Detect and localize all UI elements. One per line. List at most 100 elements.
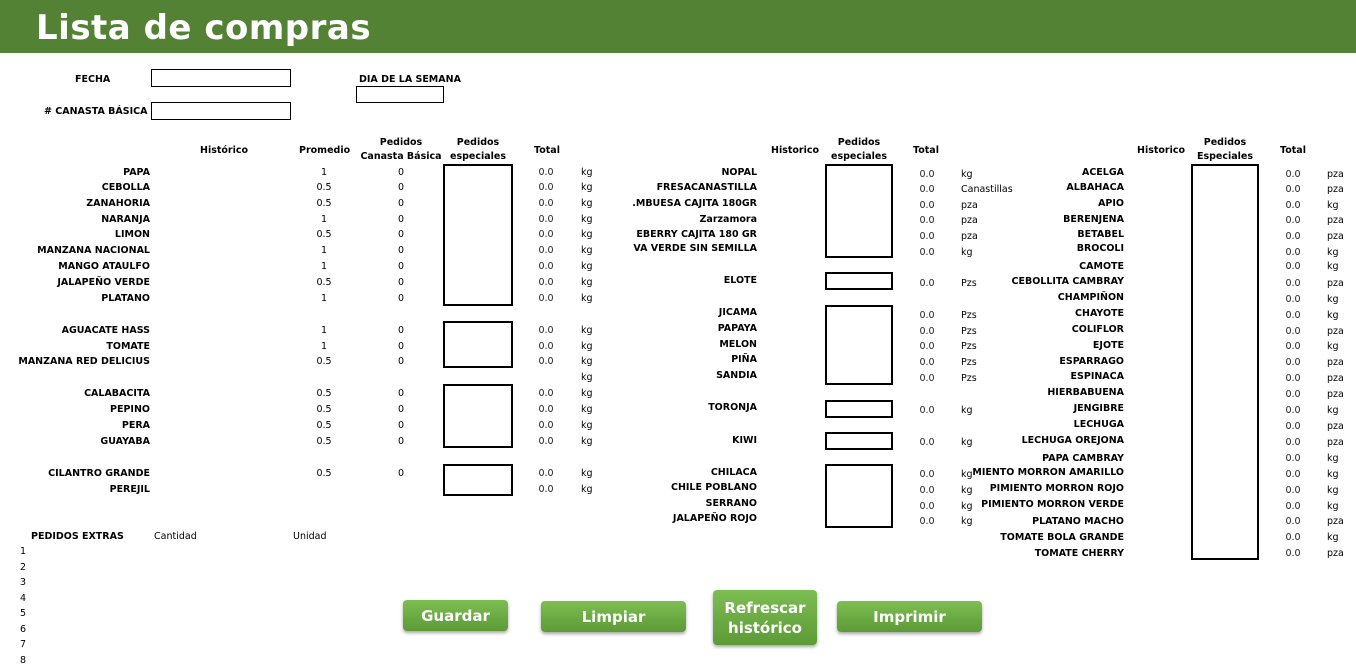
col2-item-unit: kg: [961, 405, 973, 416]
col2-especiales-box-kiwi[interactable]: [825, 432, 893, 450]
col3-item-total: 0.0: [1285, 294, 1301, 305]
fecha-input[interactable]: [151, 69, 291, 87]
col2-item-name: SANDIA: [716, 370, 757, 381]
col1-item-name: PLATANO: [101, 293, 150, 304]
col1-item-canasta: 0: [397, 436, 405, 447]
col3-item-total: 0.0: [1285, 247, 1301, 258]
col1-especiales-box-3[interactable]: [443, 384, 513, 448]
col3-item-unit: pza: [1327, 548, 1344, 559]
col2-item-total: 0.0: [919, 310, 935, 321]
col2-pedidos-especiales-header: Pedidos especiales: [831, 137, 887, 162]
col2-item-name: CHILE POBLANO: [670, 482, 757, 493]
col1-especiales-box-1[interactable]: [443, 164, 513, 306]
col3-item-unit: pza: [1327, 357, 1344, 368]
col2-item-name: TORONJA: [708, 402, 757, 413]
col2-especiales-box-toronja[interactable]: [825, 400, 893, 418]
imprimir-button[interactable]: Imprimir: [837, 601, 982, 632]
col1-pedidos-especiales-header: Pedidos especiales: [450, 137, 506, 162]
extras-row-number: 2: [20, 561, 27, 573]
col2-especiales-box-2[interactable]: [825, 305, 893, 385]
col2-item-total: 0.0: [919, 437, 935, 448]
col2-item-name: FRESACANASTILLA: [656, 182, 757, 193]
col3-item-unit: pza: [1327, 278, 1344, 289]
col2-item-unit: kg: [961, 485, 973, 496]
pedidos-extras-cantidad: Cantidad: [154, 531, 197, 542]
limpiar-button[interactable]: Limpiar: [541, 601, 686, 632]
col1-item-total: 0.0: [538, 229, 554, 240]
guardar-button[interactable]: Guardar: [403, 600, 508, 631]
col1-item-canasta: 0: [397, 261, 405, 272]
col3-item-total: 0.0: [1285, 357, 1301, 368]
col1-item-promedio: 0.5: [316, 388, 332, 399]
col2-item-unit: pza: [961, 200, 978, 211]
col3-item-total: 0.0: [1285, 485, 1301, 496]
col1-item-total: 0.0: [538, 436, 554, 447]
pedidos-extras-unidad: Unidad: [293, 531, 327, 542]
col1-item-total: 0.0: [538, 420, 554, 431]
col1-item-name: MANZANA NACIONAL: [37, 245, 150, 256]
col2-especiales-box-3[interactable]: [825, 464, 893, 528]
col1-item-total: 0.0: [538, 277, 554, 288]
col2-item-total: 0.0: [919, 247, 935, 258]
col2-item-unit: Pzs: [961, 357, 977, 368]
col1-item-promedio: 1: [320, 214, 328, 225]
col3-item-unit: pza: [1327, 326, 1344, 337]
col1-especiales-box-2[interactable]: [443, 321, 513, 368]
col3-item-unit: kg: [1327, 469, 1339, 480]
col3-item-name: ESPARRAGO: [1059, 356, 1124, 367]
col1-item-name: GUAYABA: [100, 436, 150, 447]
dia-semana-input[interactable]: [356, 86, 444, 103]
col3-item-total: 0.0: [1285, 421, 1301, 432]
col3-item-total: 0.0: [1285, 469, 1301, 480]
col1-item-name: CALABACITA: [84, 388, 150, 399]
col1-item-unit: kg: [581, 372, 593, 383]
extras-row-number: 1: [20, 546, 27, 557]
fecha-label: FECHA: [75, 74, 111, 85]
col3-item-name: LECHUGA: [1073, 419, 1124, 430]
col3-item-name: HIERBABUENA: [1047, 387, 1124, 398]
col3-item-unit: kg: [1327, 485, 1339, 496]
col2-item-unit: Pzs: [961, 326, 977, 337]
col3-item-name: CAMOTE: [1079, 261, 1124, 272]
col3-especiales-box[interactable]: [1191, 164, 1259, 560]
col3-item-name: PAPA CAMBRAY: [1042, 453, 1124, 464]
col1-item-name: CEBOLLA: [101, 182, 150, 193]
col1-item-unit: kg: [581, 468, 593, 479]
col2-item-total: 0.0: [919, 501, 935, 512]
col1-item-unit: kg: [581, 420, 593, 431]
col3-item-unit: pza: [1327, 389, 1344, 400]
col1-item-name: MANZANA RED DELICIUS: [18, 356, 150, 367]
col3-item-name: PIMIENTO MORRON ROJO: [989, 483, 1124, 494]
col2-item-name: SERRANO: [705, 498, 757, 509]
col2-item-unit: pza: [961, 215, 978, 226]
col2-especiales-box-1[interactable]: [825, 164, 893, 258]
col1-item-canasta: 0: [397, 404, 405, 415]
col3-item-name: CEBOLLITA CAMBRAY: [1011, 276, 1124, 287]
refrescar-historico-button[interactable]: Refrescar histórico: [713, 590, 817, 645]
col3-item-name: APIO: [1098, 198, 1124, 209]
col2-item-total: 0.0: [919, 373, 935, 384]
col3-item-unit: pza: [1327, 516, 1344, 527]
col2-especiales-box-elote[interactable]: [825, 272, 893, 290]
col3-item-total: 0.0: [1285, 405, 1301, 416]
col1-item-unit: kg: [581, 388, 593, 399]
col2-item-name: Zarzamora: [699, 214, 757, 225]
col3-item-name: ALBAHACA: [1066, 182, 1124, 193]
col3-item-total: 0.0: [1285, 200, 1301, 211]
col1-item-total: 0.0: [538, 261, 554, 272]
col1-especiales-box-4[interactable]: [443, 464, 513, 496]
col3-item-unit: kg: [1327, 501, 1339, 512]
col1-item-canasta: 0: [397, 198, 405, 209]
canasta-basica-input[interactable]: [151, 102, 291, 120]
col1-item-canasta: 0: [397, 341, 405, 352]
col3-item-name: ESPINACA: [1070, 371, 1124, 382]
col1-item-canasta: 0: [397, 325, 405, 336]
col3-item-total: 0.0: [1285, 453, 1301, 464]
col1-item-total: 0.0: [538, 293, 554, 304]
col2-item-name: PIÑA: [731, 354, 757, 365]
col2-item-total: 0.0: [919, 215, 935, 226]
col3-item-name: TOMATE CHERRY: [1034, 548, 1124, 559]
col2-item-total: 0.0: [919, 357, 935, 368]
col3-item-total: 0.0: [1285, 532, 1301, 543]
col2-item-unit: kg: [961, 437, 973, 448]
